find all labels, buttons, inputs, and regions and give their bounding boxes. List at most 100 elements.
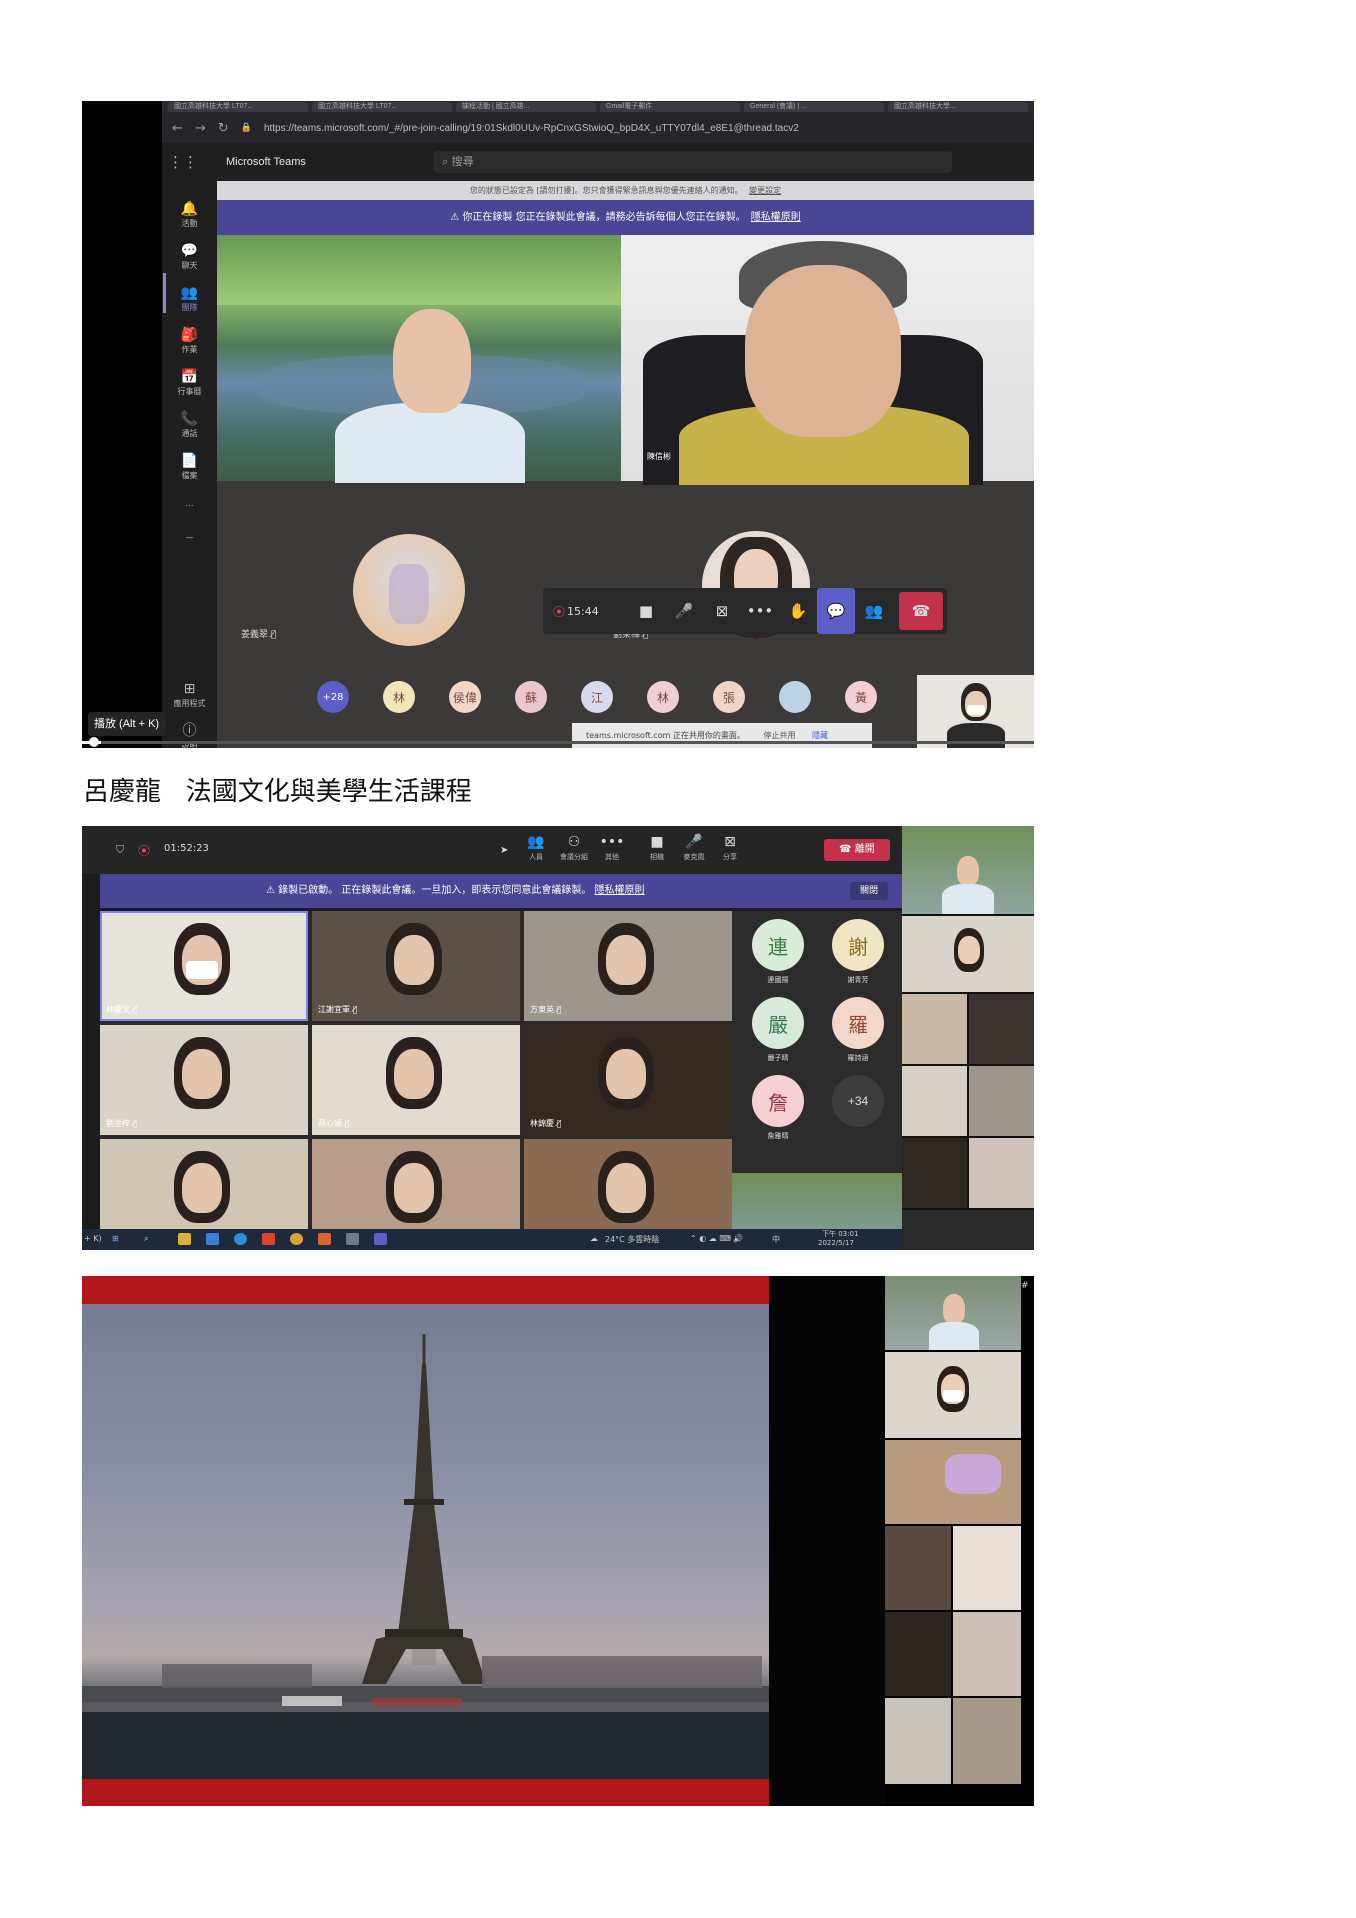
video-tile[interactable]: 蔡心穎 🎙̸ [312,1025,520,1135]
more-button[interactable]: ••• 其他 [592,834,632,862]
rail-item-activity[interactable]: 🔔 活動 [162,201,217,229]
roster-more-count[interactable]: +28 [317,681,349,713]
participant-avatar[interactable]: 嚴 [752,997,804,1049]
share-button[interactable]: ⊠ 分享 [710,834,750,862]
rail-item-help[interactable]: ⓘ 說明 [162,723,217,748]
roster-avatar[interactable]: 蘇 [515,681,547,713]
participant-avatar[interactable]: 謝 [832,919,884,971]
thumbnail-video[interactable] [902,916,1034,992]
thumbnail-video[interactable] [969,1138,1034,1208]
rail-item-calendar[interactable]: 📅 行事曆 [162,369,217,397]
video-tile[interactable] [100,1139,308,1229]
reload-icon[interactable]: ↻ [218,121,229,136]
app-launcher-icon[interactable]: ⋮⋮ [162,153,204,171]
chrome-browser-icon[interactable] [290,1233,303,1245]
share-button[interactable]: ⊠ [703,588,741,634]
video-tile[interactable]: 林錦慶 🎙̸ [524,1025,732,1135]
roster-avatar[interactable]: 林 [647,681,679,713]
close-banner-button[interactable]: 關閉 [849,882,888,900]
rail-item-assignments[interactable]: 🎒 作業 [162,327,217,355]
thumbnail-video[interactable] [885,1612,951,1696]
roster-avatar[interactable]: 侯偉 [449,681,481,713]
participants-button[interactable]: 👥 [855,588,893,634]
thumbnail-video[interactable] [953,1526,1021,1610]
change-settings-link[interactable]: 變更設定 [749,186,781,195]
thumbnail-video[interactable] [953,1698,1021,1784]
thumbnail-video[interactable] [885,1698,951,1784]
video-tile[interactable]: 劉金梓 🎙̸ [100,1025,308,1135]
thumbnail-video[interactable] [953,1612,1021,1696]
raise-hand-button[interactable]: ✋ [779,588,817,634]
thumbnail-video[interactable] [902,826,1034,914]
people-button[interactable]: 👥 人員 [516,834,556,862]
rail-item-calls[interactable]: 📞 通話 [162,411,217,439]
back-icon[interactable]: ← [172,121,183,136]
browser-tab[interactable]: 課程活動 | 國立高雄... [456,102,596,112]
progress-handle[interactable] [89,737,99,747]
rooms-button[interactable]: ⚇ 會議分組 [554,834,594,862]
video-tile[interactable] [524,1139,732,1229]
participant-photo-avatar[interactable] [353,534,465,646]
chat-button[interactable]: 💬 [817,588,855,634]
privacy-policy-link[interactable]: 隱私權原則 [595,885,645,896]
video-progress-bar[interactable] [82,737,1034,747]
thumbnail-video[interactable] [885,1526,951,1610]
search-icon[interactable]: ⌕ [144,1234,148,1244]
office-icon[interactable] [262,1233,275,1245]
photos-icon[interactable] [346,1233,359,1245]
rail-item-teams[interactable]: 👥 團隊 [162,285,217,313]
stop-sharing-button[interactable]: 停止共用 [763,731,795,740]
rail-item-files[interactable]: 📄 檔案 [162,453,217,481]
rail-item-apps[interactable]: ⊞ 應用程式 [162,681,217,709]
thumbnail-video[interactable] [885,1440,1021,1524]
browser-tab[interactable]: 國立高雄科技大學 LT07... [168,102,308,112]
participant-avatar[interactable]: 連 [752,919,804,971]
browser-tab[interactable]: 國立高雄科技大學... [888,102,1028,112]
privacy-policy-link[interactable]: 隱私權原則 [751,212,801,223]
thumbnail-video[interactable] [969,1066,1034,1136]
forward-icon[interactable]: → [195,121,206,136]
rail-item-more[interactable]: … [162,499,217,508]
hang-up-button[interactable]: ☎ [899,592,943,630]
thumbnail-video[interactable] [885,1352,1021,1438]
video-tile[interactable]: 林慶文 🎙̸ [100,911,308,1021]
self-view[interactable] [917,675,1034,748]
powerpoint-icon[interactable] [318,1233,331,1245]
mic-button[interactable]: 🎤 [665,588,703,634]
more-actions-button[interactable]: ••• [741,588,779,634]
thumbnail-video[interactable] [902,1210,1034,1250]
roster-avatar[interactable] [779,681,811,713]
roster-avatar[interactable]: 江 [581,681,613,713]
edge-browser-icon[interactable] [234,1233,247,1245]
roster-avatar[interactable]: 黃 [845,681,877,713]
rail-item-chat[interactable]: 💬 聊天 [162,243,217,271]
video-tile[interactable]: 江謝宜軍 🎙̸ [312,911,520,1021]
camera-button[interactable]: ■ 相機 [637,834,677,862]
teams-taskbar-icon[interactable] [374,1233,387,1245]
camera-button[interactable]: ■ [627,588,665,634]
leave-button[interactable]: ☎ 離開 [824,839,890,861]
video-tile-presenter-left[interactable] [217,235,621,483]
more-participants-button[interactable]: +34 [832,1075,884,1127]
browser-url-bar[interactable]: ← → ↻ 🔒 https://teams.microsoft.com/_#/p… [162,113,1034,143]
video-tile-presenter-right[interactable] [621,235,1034,485]
mic-button[interactable]: 🎤 麥克風 [674,834,714,862]
video-tile[interactable]: 方東英 🎙̸ [524,911,732,1021]
thumbnail-video[interactable] [885,1276,1021,1350]
thumbnail-video[interactable] [902,1138,967,1208]
thumbnail-video[interactable] [902,1066,967,1136]
file-explorer-icon[interactable] [178,1233,191,1245]
hide-button[interactable]: 隱藏 [812,731,828,740]
roster-avatar[interactable]: 張 [713,681,745,713]
thumbnail-video[interactable] [902,994,967,1064]
browser-tab[interactable]: General (會議) | ... [744,102,884,112]
browser-tab[interactable]: 國立高雄科技大學 LT07... [312,102,452,112]
participant-avatar[interactable]: 羅 [832,997,884,1049]
input-method-indicator[interactable]: 中 [772,1234,780,1245]
url-text[interactable]: https://teams.microsoft.com/_#/pre-join-… [264,123,799,134]
browser-tab[interactable]: Gmail電子郵件 [600,102,740,112]
thumbnail-video[interactable] [969,994,1034,1064]
search-input[interactable]: ⌕ 搜尋 [434,151,952,173]
video-tile[interactable] [312,1139,520,1229]
mail-icon[interactable] [206,1233,219,1245]
